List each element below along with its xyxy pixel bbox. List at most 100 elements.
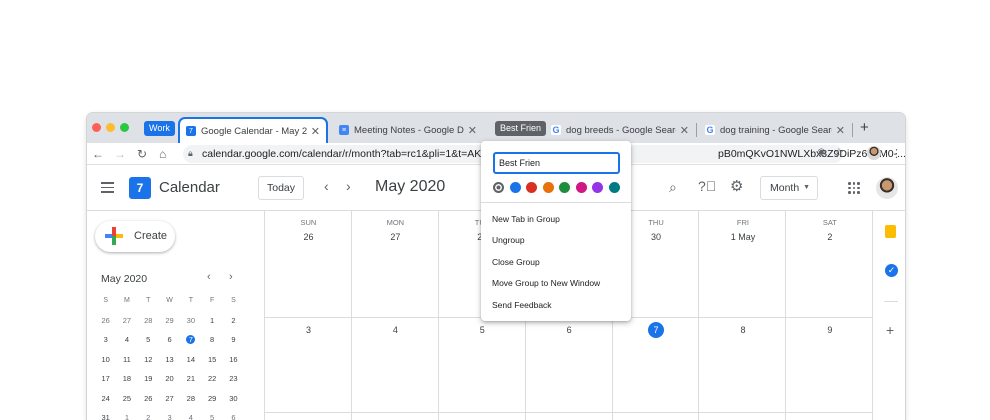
- home-icon[interactable]: ⌂: [159, 146, 166, 162]
- menu-kebab-icon[interactable]: ⋮: [891, 146, 902, 162]
- group-color-swatch[interactable]: [592, 182, 603, 193]
- close-tab-icon[interactable]: ✕: [468, 124, 477, 137]
- day-column[interactable]: [352, 211, 439, 420]
- day-number[interactable]: 3: [265, 325, 352, 335]
- tab-dog-training[interactable]: G dog training - Google Search ✕: [699, 117, 851, 143]
- mini-day[interactable]: 4: [116, 330, 137, 350]
- previous-period-icon[interactable]: ‹: [324, 178, 329, 194]
- mini-day[interactable]: 11: [116, 350, 137, 370]
- mini-day[interactable]: 27: [159, 389, 180, 409]
- add-addon-icon[interactable]: +: [886, 322, 894, 338]
- group-menu-item[interactable]: New Tab in Group: [492, 214, 560, 224]
- close-tab-icon[interactable]: ✕: [311, 125, 320, 138]
- mini-day[interactable]: 6: [223, 408, 244, 420]
- help-icon[interactable]: ?⃝: [698, 178, 716, 194]
- group-color-swatch[interactable]: [542, 182, 554, 193]
- mini-day[interactable]: 15: [201, 350, 222, 370]
- mini-day[interactable]: 29: [159, 311, 180, 331]
- mini-day[interactable]: 6: [159, 330, 180, 350]
- mini-day[interactable]: 18: [116, 369, 137, 389]
- group-name-input[interactable]: [493, 152, 620, 174]
- today-day-number[interactable]: 7: [648, 322, 665, 338]
- calendar-logo-icon[interactable]: 7: [129, 177, 151, 199]
- mini-day[interactable]: 3: [95, 330, 116, 350]
- mini-day[interactable]: 13: [159, 350, 180, 370]
- account-avatar[interactable]: [876, 177, 898, 199]
- mini-day[interactable]: 21: [180, 369, 201, 389]
- mini-day[interactable]: 3: [159, 408, 180, 420]
- day-number[interactable]: 8: [700, 325, 787, 335]
- mini-prev-month-icon[interactable]: ‹: [207, 271, 211, 283]
- day-number[interactable]: 1 May: [700, 232, 787, 242]
- day-number[interactable]: 6: [526, 325, 613, 335]
- group-color-swatch[interactable]: [526, 182, 537, 193]
- mini-day[interactable]: 1: [201, 311, 222, 331]
- group-menu-item[interactable]: Send Feedback: [492, 300, 552, 310]
- mini-day[interactable]: 24: [95, 389, 116, 409]
- group-color-swatch[interactable]: [559, 182, 570, 193]
- day-number[interactable]: 2: [786, 232, 873, 242]
- mini-day[interactable]: 28: [138, 311, 159, 331]
- mini-next-month-icon[interactable]: ›: [229, 271, 233, 283]
- mini-day[interactable]: 25: [116, 389, 137, 409]
- mini-day[interactable]: 28: [180, 389, 201, 409]
- day-number[interactable]: 26: [265, 232, 352, 242]
- create-button[interactable]: Create: [95, 221, 175, 252]
- view-switcher[interactable]: Month ▼: [760, 176, 818, 200]
- group-color-swatch[interactable]: [575, 182, 587, 193]
- mini-day[interactable]: 9: [223, 330, 244, 350]
- main-menu-icon[interactable]: [101, 182, 114, 196]
- mini-day[interactable]: 29: [201, 389, 222, 409]
- mini-day[interactable]: 7: [180, 330, 201, 350]
- eye-icon[interactable]: ◉: [817, 147, 826, 158]
- group-color-swatch[interactable]: [608, 182, 620, 193]
- mini-day[interactable]: 26: [138, 389, 159, 409]
- minimize-window-button[interactable]: [106, 123, 115, 132]
- profile-avatar[interactable]: [867, 146, 881, 160]
- day-column[interactable]: [700, 211, 787, 420]
- close-window-button[interactable]: [92, 123, 101, 132]
- close-tab-icon[interactable]: ✕: [836, 124, 845, 137]
- address-url[interactable]: calendar.google.com/calendar/r/month?tab…: [202, 148, 495, 160]
- mini-day[interactable]: 22: [201, 369, 222, 389]
- group-color-swatch[interactable]: [509, 182, 521, 193]
- mini-day[interactable]: 20: [159, 369, 180, 389]
- group-menu-item[interactable]: Close Group: [492, 257, 540, 267]
- mini-day[interactable]: 16: [223, 350, 244, 370]
- day-column[interactable]: [265, 211, 352, 420]
- search-icon[interactable]: ⌕: [669, 179, 677, 196]
- mini-day[interactable]: 26: [95, 311, 116, 331]
- mini-day[interactable]: 8: [201, 330, 222, 350]
- tab-group-chip-best-frien[interactable]: Best Frien: [495, 121, 547, 136]
- settings-gear-icon[interactable]: ⚙: [730, 177, 743, 195]
- mini-day[interactable]: 2: [138, 408, 159, 420]
- tab-meeting-notes[interactable]: ≡ Meeting Notes - Google Docs ✕: [333, 117, 483, 143]
- mini-day[interactable]: 12: [138, 350, 159, 370]
- tab-google-calendar[interactable]: 7 Google Calendar - May 2020 ✕: [178, 117, 328, 143]
- day-column[interactable]: [786, 211, 874, 420]
- mini-day[interactable]: 10: [95, 350, 116, 370]
- apps-grid-icon[interactable]: [848, 182, 860, 194]
- day-number[interactable]: 9: [786, 325, 873, 335]
- forward-arrow-icon[interactable]: →: [114, 146, 126, 162]
- reload-icon[interactable]: ↻: [137, 146, 147, 162]
- back-arrow-icon[interactable]: ←: [92, 146, 104, 162]
- mini-day[interactable]: 17: [95, 369, 116, 389]
- tab-dog-breeds[interactable]: G dog breeds - Google Search ✕: [545, 117, 695, 143]
- mini-day[interactable]: 31: [95, 408, 116, 420]
- close-tab-icon[interactable]: ✕: [680, 124, 689, 137]
- today-button[interactable]: Today: [258, 176, 305, 200]
- mini-day[interactable]: 2: [223, 311, 244, 331]
- new-tab-button[interactable]: +: [860, 119, 869, 136]
- tasks-check-icon[interactable]: ✓: [885, 264, 898, 277]
- keep-icon[interactable]: [885, 225, 896, 238]
- mini-day[interactable]: 5: [138, 330, 159, 350]
- day-number[interactable]: 5: [439, 325, 526, 335]
- day-number[interactable]: 27: [352, 232, 439, 242]
- group-color-swatch[interactable]: [493, 182, 504, 193]
- mini-day[interactable]: 19: [138, 369, 159, 389]
- mini-day[interactable]: 30: [223, 389, 244, 409]
- tab-group-chip-work[interactable]: Work: [144, 121, 175, 136]
- mini-day[interactable]: 4: [180, 408, 201, 420]
- mini-day[interactable]: 5: [201, 408, 222, 420]
